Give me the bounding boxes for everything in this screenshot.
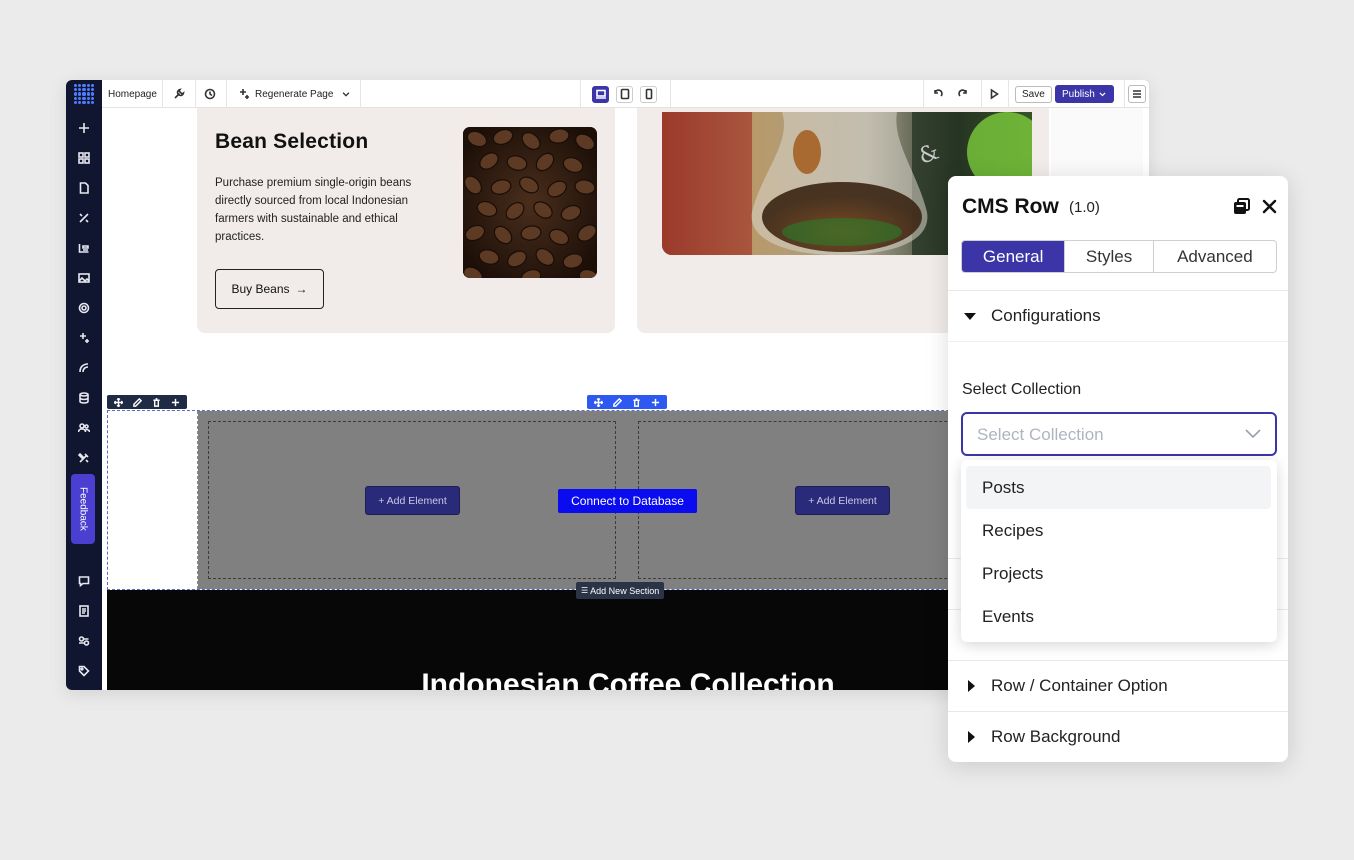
plus-icon[interactable]	[66, 118, 102, 138]
publish-label: Publish	[1062, 88, 1095, 100]
ai-sparkle-icon[interactable]	[66, 328, 102, 348]
row-toolbar	[587, 395, 667, 409]
save-button[interactable]: Save	[1015, 85, 1052, 103]
tab-styles[interactable]: Styles	[1065, 241, 1154, 272]
option-posts[interactable]: Posts	[966, 466, 1271, 509]
select-collection-label: Select Collection	[962, 381, 1082, 398]
mobile-icon	[645, 88, 652, 100]
accordion-row-background[interactable]: Row Background	[948, 711, 1288, 762]
comment-icon[interactable]	[66, 571, 102, 591]
design-icon[interactable]	[66, 208, 102, 228]
edit-icon[interactable]	[129, 395, 146, 409]
grid-icon[interactable]	[66, 148, 102, 168]
move-icon[interactable]	[110, 395, 127, 409]
option-projects[interactable]: Projects	[966, 552, 1271, 595]
option-recipes[interactable]: Recipes	[966, 509, 1271, 552]
mobile-view-button[interactable]	[640, 80, 657, 108]
configurations-label: Configurations	[991, 306, 1101, 325]
tablet-icon	[620, 88, 629, 100]
collection-options-menu: Posts Recipes Projects Events	[961, 460, 1277, 642]
settings-icon[interactable]	[66, 298, 102, 318]
trash-icon[interactable]	[628, 395, 645, 409]
dock-panel-icon[interactable]	[1232, 197, 1251, 216]
undo-icon[interactable]	[932, 80, 944, 108]
top-toolbar: Homepage Regenerate Page Save Publish	[102, 80, 1149, 108]
layout-icon[interactable]	[66, 238, 102, 258]
caret-right-icon	[968, 731, 975, 743]
app-logo-icon[interactable]	[73, 83, 95, 105]
select-collection-dropdown[interactable]: Select Collection	[961, 412, 1277, 456]
plus-icon[interactable]	[167, 395, 184, 409]
add-new-section-button[interactable]: ☰ Add New Section	[576, 582, 665, 599]
left-sidebar: Feedback	[66, 80, 102, 690]
bean-card-description: Purchase premium single-origin beans dir…	[215, 177, 412, 243]
menu-button[interactable]	[1128, 85, 1146, 103]
coffee-beans-image	[463, 127, 597, 278]
edit-icon[interactable]	[609, 395, 626, 409]
regenerate-page-button[interactable]: Regenerate Page	[238, 80, 351, 108]
row-background-label: Row Background	[991, 727, 1121, 746]
close-icon[interactable]	[1261, 198, 1278, 215]
caret-down-icon	[964, 312, 976, 320]
sparkle-icon	[240, 89, 249, 99]
tab-general[interactable]: General	[962, 241, 1066, 272]
laptop-icon	[595, 89, 606, 99]
cms-row-left-spacer	[108, 411, 198, 589]
plus-icon[interactable]	[647, 395, 664, 409]
preview-play-icon[interactable]	[988, 80, 1000, 108]
image-icon[interactable]	[66, 268, 102, 288]
row-container-option-label: Row / Container Option	[991, 676, 1168, 695]
layers-icon: ☰	[581, 586, 589, 595]
switch-icon[interactable]	[66, 631, 102, 651]
feedback-label: Feedback	[77, 487, 89, 531]
feedback-tab[interactable]: Feedback	[71, 474, 95, 544]
publish-button[interactable]: Publish	[1055, 85, 1114, 103]
select-collection-placeholder: Select Collection	[977, 425, 1104, 444]
section-toolbar	[107, 395, 187, 409]
chevron-down-icon	[1099, 92, 1106, 97]
chevron-down-icon	[1245, 429, 1261, 439]
wrench-icon[interactable]	[173, 80, 185, 108]
tag-icon[interactable]	[66, 661, 102, 681]
desktop-view-button[interactable]	[592, 80, 609, 108]
accordion-configurations[interactable]: Configurations	[948, 290, 1288, 341]
panel-title: CMS Row	[962, 195, 1059, 218]
arrow-right-icon: →	[295, 282, 308, 296]
trash-icon[interactable]	[148, 395, 165, 409]
connect-to-database-button[interactable]: Connect to Database	[558, 489, 697, 513]
integrations-icon[interactable]	[66, 358, 102, 378]
tools-icon[interactable]	[66, 448, 102, 468]
hamburger-icon	[1133, 90, 1141, 98]
page-icon[interactable]	[66, 178, 102, 198]
tab-advanced[interactable]: Advanced	[1154, 241, 1276, 272]
page-name[interactable]: Homepage	[108, 80, 157, 108]
option-events[interactable]: Events	[966, 595, 1271, 638]
redo-icon[interactable]	[957, 80, 969, 108]
buy-beans-button[interactable]: Buy Beans →	[215, 269, 324, 309]
buy-beans-label: Buy Beans	[231, 282, 290, 296]
docs-icon[interactable]	[66, 601, 102, 621]
divider	[948, 341, 1288, 342]
add-element-button-left[interactable]: + Add Element	[365, 486, 460, 515]
bean-card-title: Bean Selection	[215, 130, 369, 153]
tablet-view-button[interactable]	[616, 80, 633, 108]
panel-version: (1.0)	[1069, 199, 1100, 216]
history-icon[interactable]	[204, 80, 216, 108]
panel-tabs: General Styles Advanced	[961, 240, 1277, 273]
users-icon[interactable]	[66, 418, 102, 438]
chevron-down-icon	[343, 92, 350, 97]
cms-row-settings-panel: CMS Row (1.0) General Styles Advanced Co…	[948, 176, 1288, 762]
database-icon[interactable]	[66, 388, 102, 408]
add-element-button-right[interactable]: + Add Element	[795, 486, 890, 515]
accordion-row-container-option[interactable]: Row / Container Option	[948, 660, 1288, 711]
move-icon[interactable]	[590, 395, 607, 409]
regenerate-label: Regenerate Page	[255, 88, 334, 100]
add-section-label: Add New Section	[590, 585, 660, 596]
caret-right-icon	[968, 680, 975, 692]
